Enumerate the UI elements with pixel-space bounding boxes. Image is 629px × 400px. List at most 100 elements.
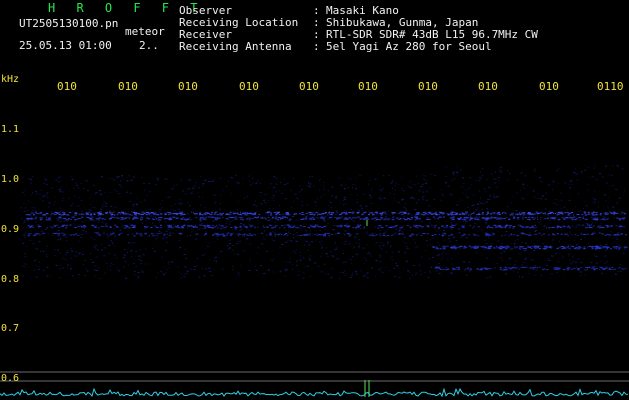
signal-pixel bbox=[314, 234, 316, 236]
signal-pixel bbox=[616, 202, 619, 204]
signal-pixel bbox=[95, 256, 98, 258]
signal-pixel bbox=[50, 214, 52, 216]
signal-pixel bbox=[344, 198, 347, 200]
signal-pixel bbox=[612, 206, 615, 208]
signal-pixel bbox=[584, 200, 586, 202]
signal-pixel bbox=[276, 213, 279, 215]
signal-pixel bbox=[79, 234, 81, 236]
signal-pixel bbox=[38, 261, 40, 263]
signal-pixel bbox=[581, 213, 584, 215]
signal-pixel bbox=[385, 236, 387, 238]
signal-pixel bbox=[230, 216, 233, 218]
signal-pixel bbox=[517, 235, 519, 237]
signal-pixel bbox=[562, 213, 564, 215]
signal-pixel bbox=[177, 227, 181, 229]
signal-pixel bbox=[594, 199, 597, 201]
signal-pixel bbox=[231, 219, 233, 221]
signal-pixel bbox=[618, 219, 621, 221]
signal-pixel bbox=[110, 218, 112, 220]
signal-pixel bbox=[393, 200, 395, 202]
signal-pixel bbox=[588, 211, 590, 213]
signal-pixel bbox=[173, 216, 176, 218]
signal-pixel bbox=[351, 274, 353, 276]
signal-pixel bbox=[419, 270, 422, 272]
signal-pixel bbox=[207, 224, 210, 226]
signal-pixel bbox=[77, 224, 80, 226]
signal-pixel bbox=[157, 179, 160, 181]
signal-pixel bbox=[614, 273, 617, 275]
frequency-unit-label: kHz bbox=[1, 74, 20, 85]
signal-pixel bbox=[536, 226, 538, 228]
signal-pixel bbox=[544, 217, 546, 219]
signal-pixel bbox=[255, 205, 258, 207]
signal-pixel bbox=[336, 258, 339, 260]
signal-pixel bbox=[563, 226, 566, 228]
signal-pixel bbox=[323, 263, 326, 265]
signal-pixel bbox=[319, 241, 321, 243]
signal-pixel bbox=[250, 211, 253, 213]
signal-pixel bbox=[144, 227, 146, 229]
signal-pixel bbox=[489, 199, 491, 200]
signal-pixel bbox=[451, 229, 453, 230]
signal-pixel bbox=[32, 192, 34, 194]
signal-pixel bbox=[121, 175, 124, 177]
signal-pixel bbox=[244, 212, 246, 214]
signal-pixel bbox=[334, 242, 336, 244]
signal-pixel bbox=[114, 236, 115, 238]
signal-pixel bbox=[126, 213, 130, 215]
signal-pixel bbox=[572, 246, 575, 247]
signal-pixel bbox=[451, 234, 454, 236]
signal-pixel bbox=[569, 213, 571, 215]
signal-pixel bbox=[192, 226, 195, 228]
signal-pixel bbox=[555, 253, 558, 255]
signal-pixel bbox=[20, 218, 23, 220]
signal-pixel bbox=[320, 184, 322, 186]
signal-pixel bbox=[616, 165, 619, 167]
signal-pixel bbox=[190, 211, 192, 213]
signal-pixel bbox=[66, 240, 68, 241]
signal-pixel bbox=[391, 187, 393, 189]
signal-pixel bbox=[424, 175, 426, 177]
signal-pixel bbox=[465, 189, 467, 191]
signal-pixel bbox=[177, 225, 179, 227]
signal-pixel bbox=[430, 213, 433, 215]
signal-pixel bbox=[45, 179, 47, 181]
signal-pixel bbox=[599, 269, 601, 270]
signal-pixel bbox=[168, 226, 170, 228]
signal-pixel bbox=[375, 259, 378, 261]
signal-pixel bbox=[424, 249, 426, 251]
signal-pixel bbox=[504, 248, 508, 250]
signal-pixel bbox=[239, 230, 241, 232]
signal-pixel bbox=[516, 179, 518, 181]
signal-pixel bbox=[273, 211, 276, 213]
signal-pixel bbox=[617, 166, 619, 167]
signal-pixel bbox=[606, 182, 609, 184]
signal-pixel bbox=[34, 247, 36, 249]
signal-pixel bbox=[50, 187, 53, 189]
signal-pixel bbox=[179, 232, 181, 234]
signal-pixel bbox=[384, 211, 386, 213]
signal-pixel bbox=[450, 217, 453, 219]
signal-pixel bbox=[109, 210, 111, 211]
signal-pixel bbox=[332, 229, 335, 231]
signal-pixel bbox=[330, 277, 333, 279]
signal-pixel bbox=[123, 266, 125, 268]
signal-pixel bbox=[238, 216, 241, 218]
signal-pixel bbox=[140, 263, 143, 265]
signal-pixel bbox=[428, 258, 430, 260]
signal-pixel bbox=[41, 230, 43, 232]
signal-pixel bbox=[46, 196, 49, 198]
signal-pixel bbox=[230, 193, 233, 195]
signal-pixel bbox=[407, 270, 410, 272]
signal-pixel bbox=[500, 172, 502, 174]
signal-pixel bbox=[523, 187, 525, 189]
signal-pixel bbox=[432, 237, 434, 239]
signal-pixel bbox=[102, 222, 104, 223]
signal-pixel bbox=[150, 233, 153, 234]
signal-pixel bbox=[505, 211, 507, 213]
signal-pixel bbox=[344, 218, 347, 220]
signal-pixel bbox=[70, 269, 71, 271]
signal-pixel bbox=[198, 187, 200, 189]
signal-pixel bbox=[402, 225, 404, 227]
signal-pixel bbox=[604, 244, 607, 245]
